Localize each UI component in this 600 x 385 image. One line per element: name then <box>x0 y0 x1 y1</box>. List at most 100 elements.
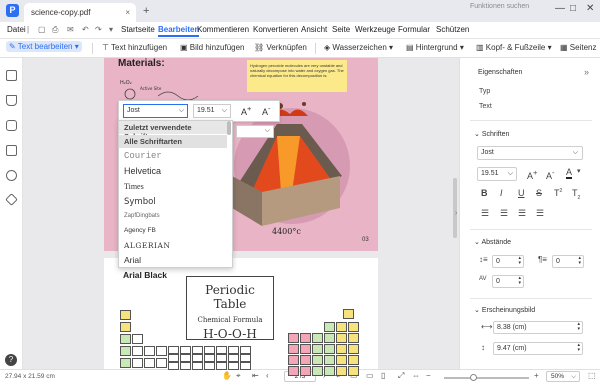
align-right-icon[interactable]: ☰ <box>518 208 526 219</box>
email-icon[interactable]: ✉ <box>67 25 74 34</box>
decrease-font-icon[interactable]: A- <box>546 168 555 181</box>
menu-werkzeuge[interactable]: Werkzeuge <box>355 25 395 34</box>
font-option-helvetica[interactable]: Helvetica <box>124 166 161 176</box>
close-window-button[interactable]: ✕ <box>586 3 594 14</box>
menu-bearbeiten[interactable]: Bearbeiten <box>158 25 200 37</box>
minimize-button[interactable]: — <box>555 3 565 14</box>
link-button[interactable]: ⛓ Verknüpfen <box>254 43 307 52</box>
font-option-agency-fb[interactable]: Agency FB <box>124 227 156 234</box>
decrease-font-size-icon[interactable]: A- <box>262 104 271 117</box>
header-footer-button[interactable]: ▥ Kopf- & Fußzeile ▾ <box>476 43 552 52</box>
character-spacing-input[interactable]: 0 ▴ ▾ <box>492 275 524 288</box>
menu-kommentieren[interactable]: Kommentieren <box>197 25 249 34</box>
two-page-view-icon[interactable]: ▭ <box>366 371 374 380</box>
fit-width-icon[interactable]: ⇔ <box>412 371 420 380</box>
undo-icon[interactable]: ↶ <box>82 25 89 34</box>
subscript-icon[interactable]: T2 <box>572 188 580 201</box>
maximize-button[interactable]: □ <box>570 3 576 14</box>
font-option-times[interactable]: Times <box>124 182 144 191</box>
help-icon[interactable]: ? <box>5 354 17 366</box>
first-page-icon[interactable]: ⇤ <box>252 371 259 380</box>
watermark-button[interactable]: ◈ Wasserzeichen ▾ <box>324 43 393 52</box>
stepper-icon[interactable]: ▴ ▾ <box>518 256 521 266</box>
menu-ansicht[interactable]: Ansicht <box>301 25 327 34</box>
new-tab-button[interactable]: + <box>143 5 149 17</box>
underline-icon[interactable]: U <box>518 188 525 198</box>
stepper-icon[interactable]: ▴ ▾ <box>578 256 581 266</box>
fit-page-icon[interactable]: ⬚ <box>588 371 596 380</box>
materials-heading[interactable]: Materials: <box>118 58 165 69</box>
increase-font-icon[interactable]: A+ <box>527 168 537 181</box>
fonts-section-toggle[interactable]: ⌄ Schriften <box>474 130 509 138</box>
attachment-icon[interactable] <box>6 145 17 156</box>
thumbnails-icon[interactable] <box>6 70 17 81</box>
font-option-courier[interactable]: Courier <box>124 151 162 161</box>
zoom-slider[interactable] <box>444 374 529 381</box>
comment-icon[interactable] <box>6 120 17 131</box>
add-image-button[interactable]: ▣ Bild hinzufügen <box>180 43 245 52</box>
select-tool-icon[interactable]: ⌖ <box>236 371 241 381</box>
menu-seite[interactable]: Seite <box>332 25 350 34</box>
zoom-out-icon[interactable]: − <box>426 371 431 380</box>
appearance-section-toggle[interactable]: ⌄ Erscheinungsbild <box>474 306 535 314</box>
document-tab[interactable]: science-copy.pdf × <box>24 3 136 22</box>
add-text-button[interactable]: ⊤ Text hinzufügen <box>102 43 167 52</box>
panel-size-select[interactable]: 19.51 ⌵ <box>477 167 517 181</box>
background-button[interactable]: ▤ Hintergrund ▾ <box>406 43 464 52</box>
font-color-icon[interactable]: A <box>566 167 573 179</box>
zoom-in-icon[interactable]: + <box>534 371 539 380</box>
zoom-slider-thumb[interactable] <box>470 374 477 381</box>
zoom-select[interactable]: 50% ⌵ <box>546 371 580 382</box>
more-icon[interactable]: ▾ <box>109 25 113 34</box>
stepper-icon[interactable]: ▴ ▾ <box>577 322 580 332</box>
redo-icon[interactable]: ↷ <box>95 25 102 34</box>
align-left-icon[interactable]: ☰ <box>481 208 489 219</box>
superscript-icon[interactable]: T2 <box>554 188 562 198</box>
feature-search[interactable]: Funktionen suchen <box>470 3 529 10</box>
font-dropdown-list[interactable]: Zuletzt verwendete Schriftar Alle Schrif… <box>118 120 233 268</box>
height-input[interactable]: 9.47 (cm) ▴ ▾ <box>493 342 583 355</box>
scroll-view-icon[interactable]: ▯ <box>381 371 385 380</box>
save-icon[interactable]: ▢ <box>38 25 46 34</box>
font-family-select[interactable]: Jost ⌵ <box>123 104 188 118</box>
stepper-icon[interactable]: ▴ ▾ <box>577 343 580 353</box>
menu-formular[interactable]: Formular <box>398 25 430 34</box>
page-number-button[interactable]: ▦ Seitenz <box>560 43 596 52</box>
italic-icon[interactable]: I <box>500 188 503 198</box>
font-option-arial[interactable]: Arial <box>124 255 141 265</box>
menu-schuetzen[interactable]: Schützen <box>436 25 469 34</box>
align-justify-icon[interactable]: ☰ <box>536 208 544 219</box>
close-tab-icon[interactable]: × <box>125 8 130 17</box>
edit-text-button[interactable]: ✎ Text bearbeiten ▾ <box>6 41 82 52</box>
collapse-icon[interactable]: » <box>584 67 589 77</box>
temperature-label[interactable]: 4400°c <box>272 227 301 236</box>
line-spacing-input[interactable]: 0 ▴ ▾ <box>492 255 524 268</box>
font-option-arial-black[interactable]: Arial Black <box>123 270 167 280</box>
scrollbar-thumb[interactable] <box>453 178 457 238</box>
strikethrough-icon[interactable]: S <box>536 188 542 198</box>
chevron-down-icon[interactable]: ▾ <box>577 167 581 175</box>
panel-font-select[interactable]: Jost ⌵ <box>477 146 583 160</box>
increase-font-size-icon[interactable]: A+ <box>241 104 251 117</box>
collapse-panel-icon[interactable]: › <box>455 210 457 217</box>
bold-icon[interactable]: B <box>481 188 488 198</box>
spacing-section-toggle[interactable]: ⌄ Abstände <box>474 238 511 246</box>
periodic-table-title-box[interactable]: Periodic Table Chemical Formula H-O-O-H <box>186 276 274 341</box>
paragraph-spacing-input[interactable]: 0 ▴ ▾ <box>552 255 584 268</box>
width-input[interactable]: 8.38 (cm) ▴ ▾ <box>493 321 583 334</box>
font-option-zapfdingbats[interactable]: ZapfDingbats <box>124 213 160 219</box>
text-color-select[interactable]: ⌵ <box>236 125 274 138</box>
layers-icon[interactable] <box>5 193 18 206</box>
dropdown-scrollbar[interactable] <box>227 121 231 135</box>
font-option-symbol[interactable]: Symbol <box>124 197 156 207</box>
info-note[interactable]: Hydrogen peroxide molecules are very uns… <box>247 60 347 92</box>
menu-startseite[interactable]: Startseite <box>121 25 155 34</box>
align-center-icon[interactable]: ☰ <box>500 208 508 219</box>
menu-file[interactable]: Datei <box>7 25 26 34</box>
bookmark-icon[interactable] <box>6 95 17 106</box>
fullscreen-icon[interactable]: ⤢ <box>398 371 404 381</box>
stepper-icon[interactable]: ▴ ▾ <box>518 276 521 286</box>
font-option-algerian[interactable]: ALGERIAN <box>124 241 170 250</box>
search-icon[interactable] <box>6 170 17 181</box>
hand-tool-icon[interactable]: ✋ <box>222 371 232 380</box>
